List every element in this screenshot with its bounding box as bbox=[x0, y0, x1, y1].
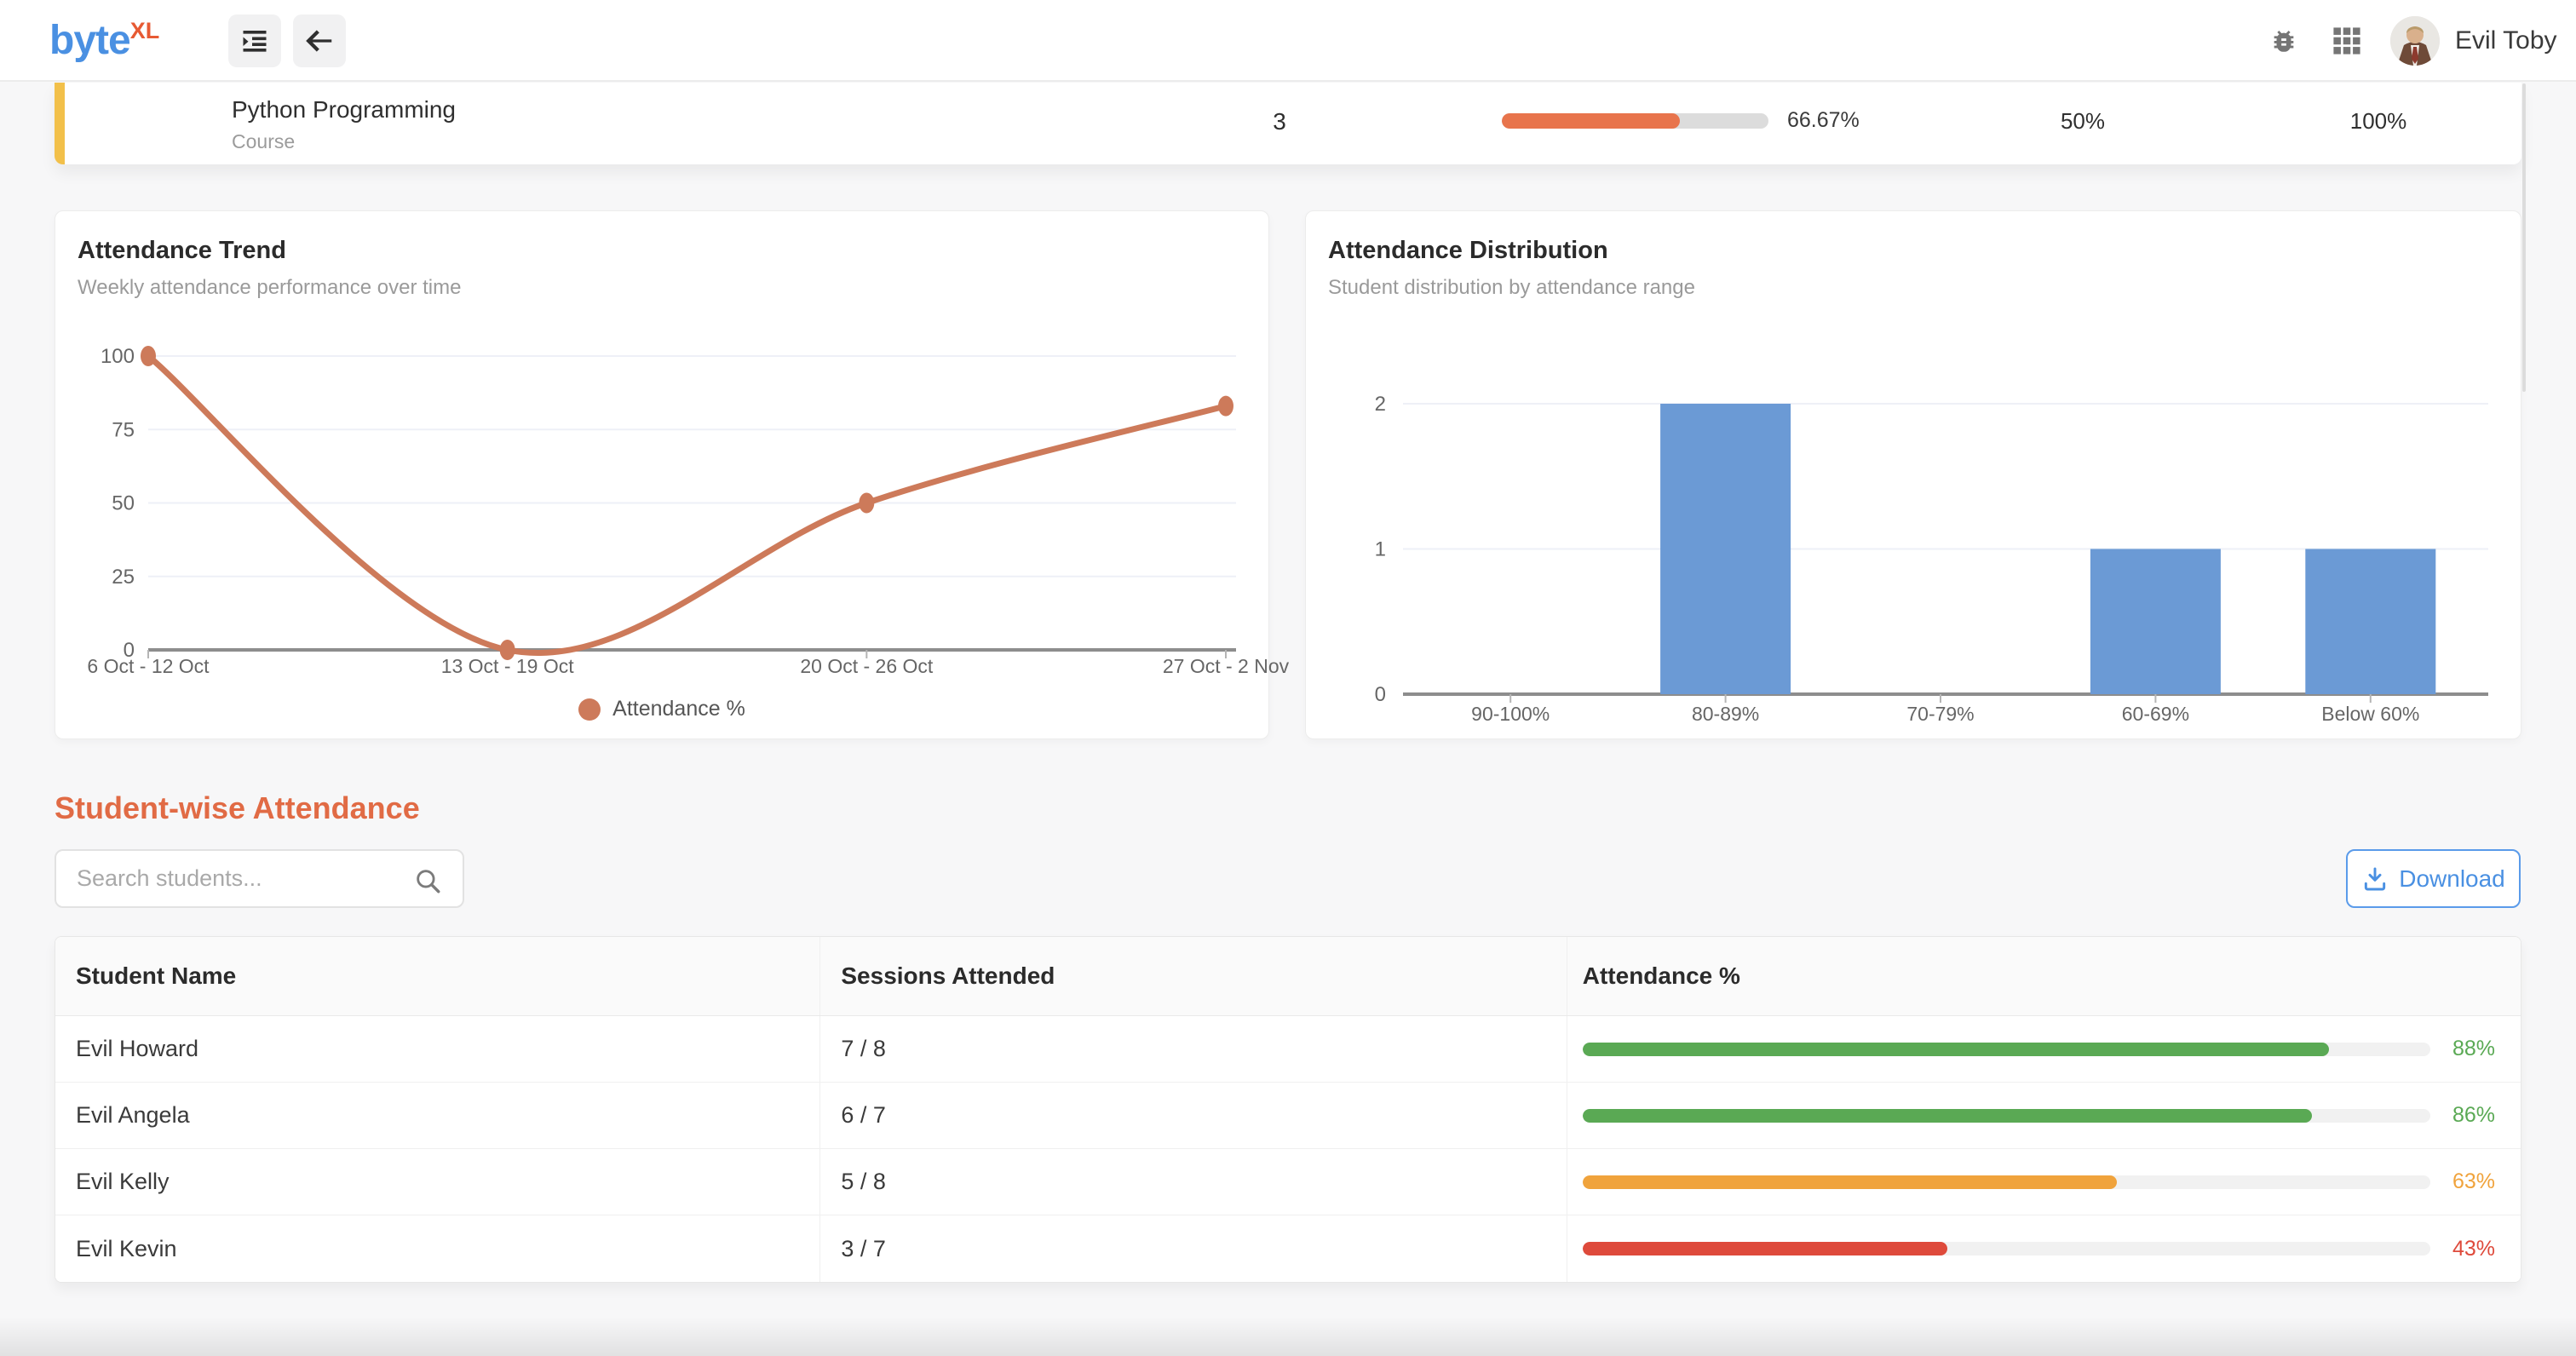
column-header-attendance: Attendance % bbox=[1567, 937, 2521, 1015]
svg-text:20 Oct - 26 Oct: 20 Oct - 26 Oct bbox=[800, 655, 934, 677]
svg-text:0: 0 bbox=[1375, 683, 1386, 706]
attendance-trend-card: Attendance Trend Weekly attendance perfo… bbox=[55, 210, 1269, 739]
column-header-student-name: Student Name bbox=[55, 937, 819, 1015]
bug-icon bbox=[2269, 26, 2298, 55]
apps-menu-button[interactable] bbox=[2332, 26, 2361, 55]
student-name: Evil Angela bbox=[55, 1083, 819, 1148]
attendance-bar-fill bbox=[1583, 1043, 2329, 1056]
attendance-bar-fill bbox=[1583, 1175, 2117, 1189]
table-row: Evil Kelly 5 / 8 63% bbox=[55, 1149, 2521, 1215]
svg-text:60-69%: 60-69% bbox=[2122, 703, 2189, 725]
student-name: Evil Kelly bbox=[55, 1149, 819, 1215]
course-stat-mid: 50% bbox=[2019, 108, 2147, 135]
logo-byte-text: byte bbox=[49, 18, 130, 63]
table-row: Evil Howard 7 / 8 88% bbox=[55, 1016, 2521, 1083]
scrollbar-thumb[interactable] bbox=[2522, 83, 2526, 392]
svg-text:2: 2 bbox=[1375, 393, 1386, 416]
svg-text:80-89%: 80-89% bbox=[1692, 703, 1759, 725]
section-heading: Student-wise Attendance bbox=[55, 790, 420, 826]
arrow-left-icon bbox=[303, 25, 336, 57]
trend-chart-title: Attendance Trend bbox=[78, 237, 286, 265]
attendance-percent-label: 43% bbox=[2442, 1237, 2495, 1261]
attendance-table: Student Name Sessions Attended Attendanc… bbox=[55, 936, 2521, 1283]
attendance-cell: 86% bbox=[1567, 1083, 2521, 1148]
trend-chart-subtitle: Weekly attendance performance over time bbox=[78, 276, 461, 300]
debug-button[interactable] bbox=[2269, 26, 2298, 55]
attendance-bar-track bbox=[1583, 1242, 2430, 1255]
student-name: Evil Howard bbox=[55, 1016, 819, 1082]
attendance-bar-track bbox=[1583, 1175, 2430, 1189]
top-navbar: byteXL Evil bbox=[0, 0, 2576, 82]
svg-text:27 Oct - 2 Nov: 27 Oct - 2 Nov bbox=[1163, 655, 1290, 677]
svg-text:1: 1 bbox=[1375, 538, 1386, 561]
attendance-cell: 88% bbox=[1567, 1016, 2521, 1082]
svg-text:100: 100 bbox=[101, 345, 135, 368]
svg-text:90-100%: 90-100% bbox=[1471, 703, 1550, 725]
course-row[interactable]: Python Programming Course 3 66.67% 50% 1… bbox=[55, 83, 2521, 164]
student-search bbox=[55, 849, 464, 908]
distribution-chart-title: Attendance Distribution bbox=[1328, 237, 1608, 265]
course-progress-fill bbox=[1502, 113, 1680, 129]
sessions-attended: 3 / 7 bbox=[819, 1215, 1566, 1282]
sessions-attended: 5 / 8 bbox=[819, 1149, 1566, 1215]
download-button[interactable]: Download bbox=[2346, 849, 2521, 908]
back-button[interactable] bbox=[293, 14, 346, 67]
svg-text:50: 50 bbox=[112, 492, 135, 515]
bytexl-logo[interactable]: byteXL bbox=[49, 17, 159, 64]
user-avatar[interactable] bbox=[2390, 16, 2440, 66]
search-icon[interactable] bbox=[413, 866, 442, 895]
sidebar-toggle-button[interactable] bbox=[228, 14, 281, 67]
svg-text:25: 25 bbox=[112, 566, 135, 589]
attendance-cell: 43% bbox=[1567, 1215, 2521, 1282]
download-icon bbox=[2361, 865, 2389, 893]
sessions-attended: 7 / 8 bbox=[819, 1016, 1566, 1082]
svg-text:70-79%: 70-79% bbox=[1906, 703, 1974, 725]
svg-text:75: 75 bbox=[112, 418, 135, 441]
table-row: Evil Kevin 3 / 7 43% bbox=[55, 1215, 2521, 1282]
logo-xl-text: XL bbox=[130, 18, 160, 43]
svg-text:Below 60%: Below 60% bbox=[2321, 703, 2419, 725]
attendance-distribution-card: Attendance Distribution Student distribu… bbox=[1305, 210, 2521, 739]
search-input[interactable] bbox=[77, 851, 409, 906]
attendance-bar-track bbox=[1583, 1109, 2430, 1123]
attendance-table-body: Evil Howard 7 / 8 88% Evil Angela 6 / 7 … bbox=[55, 1016, 2521, 1282]
attendance-percent-label: 86% bbox=[2442, 1103, 2495, 1128]
download-label: Download bbox=[2399, 865, 2505, 893]
course-subtitle: Course bbox=[232, 130, 295, 153]
course-sessions-count: 3 bbox=[1254, 108, 1305, 135]
course-title: Python Programming bbox=[232, 96, 456, 124]
course-progress-track bbox=[1502, 113, 1768, 129]
attendance-bar-fill bbox=[1583, 1242, 1947, 1255]
attendance-percent-label: 63% bbox=[2442, 1169, 2495, 1194]
attendance-cell: 63% bbox=[1567, 1149, 2521, 1215]
course-progress-label: 66.67% bbox=[1787, 108, 1860, 133]
course-stat-right: 100% bbox=[2314, 108, 2442, 135]
trend-legend: Attendance % bbox=[55, 697, 1268, 721]
format-indent-icon bbox=[239, 26, 270, 56]
attendance-percent-label: 88% bbox=[2442, 1037, 2495, 1061]
student-name: Evil Kevin bbox=[55, 1215, 819, 1282]
distribution-chart-subtitle: Student distribution by attendance range bbox=[1328, 276, 1695, 300]
sessions-attended: 6 / 7 bbox=[819, 1083, 1566, 1148]
user-name[interactable]: Evil Toby bbox=[2455, 26, 2557, 55]
legend-dot-icon bbox=[578, 698, 601, 721]
grid-icon bbox=[2332, 26, 2361, 55]
avatar-photo bbox=[2390, 16, 2440, 66]
svg-text:6 Oct - 12 Oct: 6 Oct - 12 Oct bbox=[87, 655, 210, 677]
column-header-sessions: Sessions Attended bbox=[819, 937, 1566, 1015]
trend-line-chart: 02550751006 Oct - 12 Oct13 Oct - 19 Oct2… bbox=[76, 339, 1251, 697]
bottom-shade bbox=[0, 1317, 2576, 1356]
attendance-bar-fill bbox=[1583, 1109, 2312, 1123]
table-header-row: Student Name Sessions Attended Attendanc… bbox=[55, 937, 2521, 1016]
attendance-bar-track bbox=[1583, 1043, 2430, 1056]
distribution-bar-chart: 0 1 2 90-100% 80-89% 70-79% 60-69% Below 60% bbox=[1326, 339, 2504, 731]
table-row: Evil Angela 6 / 7 86% bbox=[55, 1083, 2521, 1149]
legend-label: Attendance % bbox=[612, 697, 745, 721]
